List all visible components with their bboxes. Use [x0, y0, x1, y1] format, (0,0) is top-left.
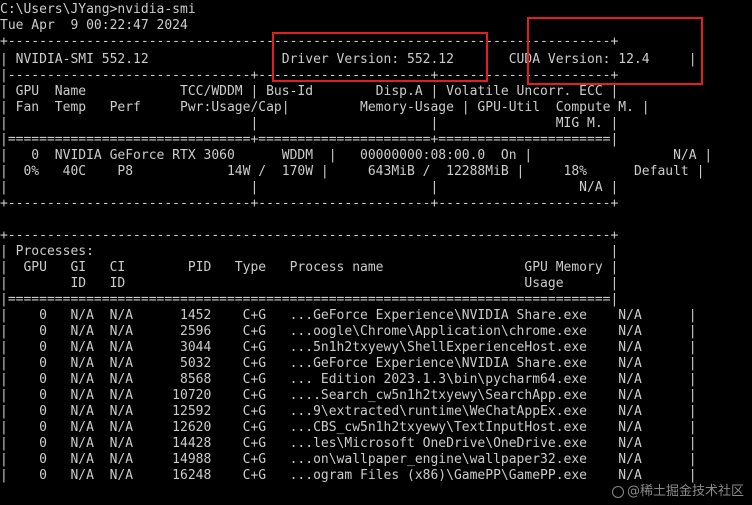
table-divider: |=======================================… [0, 292, 619, 307]
table-border: +---------------------------------------… [0, 228, 619, 243]
watermark: @稀土掘金技术社区 [611, 480, 744, 499]
process-row: | 0 N/A N/A 14428 C+G ...les\Microsoft O… [0, 436, 697, 451]
gpu-row-1: | 0 NVIDIA GeForce RTX 3060 WDDM | 00000… [0, 148, 713, 163]
process-row: | 0 N/A N/A 12592 C+G ...9\extracted\run… [0, 404, 697, 419]
prompt-line: C:\Users\JYang>nvidia-smi [0, 2, 196, 17]
header-line-2: | Fan Temp Perf Pwr:Usage/Cap| Memory-Us… [0, 100, 650, 115]
process-row: | 0 N/A N/A 12620 C+G ...CBS_cw5n1h2txye… [0, 420, 697, 435]
cuda-version-highlight [527, 17, 703, 85]
process-row: | 0 N/A N/A 16248 C+G ...ogram Files (x8… [0, 468, 697, 483]
process-row: | 0 N/A N/A 10720 C+G ....Search_cw5n1h2… [0, 388, 697, 403]
process-header-1: | GPU GI CI PID Type Process name GPU Me… [0, 260, 619, 275]
process-row: | 0 N/A N/A 8568 C+G ... Edition 2023.1.… [0, 372, 697, 387]
process-row: | 0 N/A N/A 3044 C+G ...5n1h2txyewy\Shel… [0, 340, 697, 355]
gpu-row-2: | 0% 40C P8 14W / 170W | 643MiB / 12288M… [0, 164, 705, 179]
watermark-text: @稀土掘金技术社区 [626, 484, 744, 499]
process-header-2: | ID ID Usage | [0, 276, 619, 291]
watermark-logo-icon [611, 485, 624, 498]
table-border: +-------------------------------+-------… [0, 196, 619, 211]
processes-title: | Processes: | [0, 244, 619, 259]
process-row: | 0 N/A N/A 1452 C+G ...GeForce Experien… [0, 308, 697, 323]
gpu-row-3: | | | N/A | [0, 180, 619, 195]
process-row: | 0 N/A N/A 5032 C+G ...GeForce Experien… [0, 356, 697, 371]
table-divider: |===============================+=======… [0, 132, 619, 147]
timestamp-line: Tue Apr 9 00:22:47 2024 [0, 18, 188, 33]
driver-version-highlight [272, 32, 488, 82]
process-row: | 0 N/A N/A 14988 C+G ...on\wallpaper_en… [0, 452, 697, 467]
process-row: | 0 N/A N/A 2596 C+G ...oogle\Chrome\App… [0, 324, 697, 339]
header-line-3: | | | MIG M. | [0, 116, 619, 131]
header-line-1: | GPU Name TCC/WDDM | Bus-Id Disp.A | Vo… [0, 84, 619, 99]
